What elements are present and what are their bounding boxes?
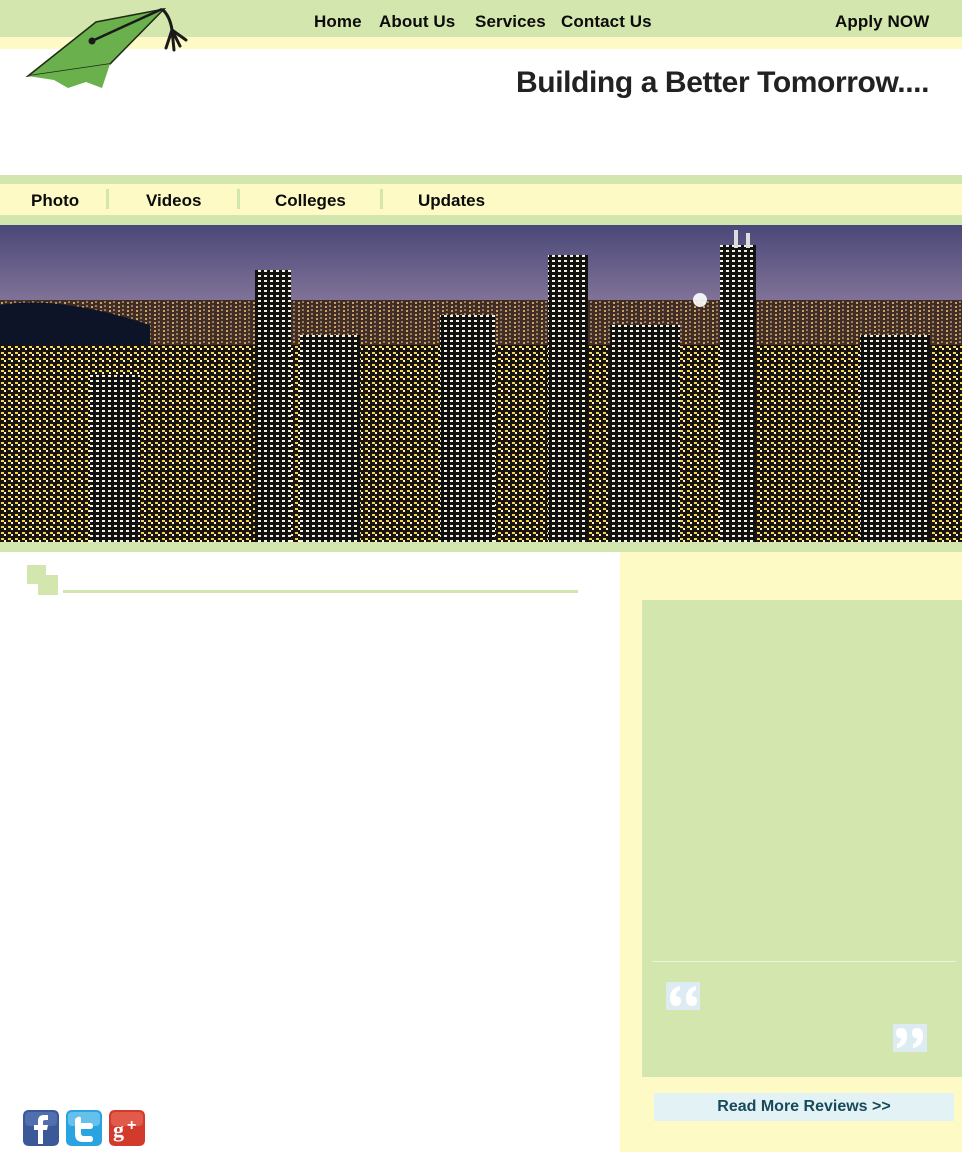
- close-quote-icon: [893, 1024, 927, 1052]
- hero-skyline-image: [0, 225, 962, 542]
- nav-about-us[interactable]: About Us: [379, 12, 455, 32]
- read-more-reviews-link[interactable]: Read More Reviews >>: [654, 1093, 954, 1121]
- open-quote-icon: [666, 982, 700, 1010]
- top-navigation: Home About Us Services Contact Us Apply …: [0, 12, 962, 34]
- nav-services[interactable]: Services: [475, 12, 546, 32]
- apply-now-link[interactable]: Apply NOW: [835, 12, 929, 32]
- subnav-updates[interactable]: Updates: [418, 191, 485, 211]
- section-heading-square-icon: [38, 575, 58, 595]
- section-heading-rule: [63, 590, 578, 593]
- subnav-separator: [106, 189, 109, 209]
- twitter-icon[interactable]: [66, 1110, 102, 1146]
- facebook-icon[interactable]: [23, 1110, 59, 1146]
- subnav-photo[interactable]: Photo: [31, 191, 79, 211]
- svg-text:+: +: [127, 1117, 136, 1134]
- tagline: Building a Better Tomorrow....: [516, 66, 930, 99]
- google-plus-icon[interactable]: g +: [109, 1110, 145, 1146]
- subnav-top-stripe: [0, 175, 962, 184]
- hero-bottom-stripe: [0, 542, 962, 552]
- nav-home[interactable]: Home: [314, 12, 362, 32]
- svg-text:g: g: [113, 1117, 124, 1142]
- subnav-bottom-stripe: [0, 215, 962, 225]
- subnav-videos[interactable]: Videos: [146, 191, 201, 211]
- review-divider: [652, 961, 956, 962]
- subnav-separator: [380, 189, 383, 209]
- nav-contact-us[interactable]: Contact Us: [561, 12, 652, 32]
- subnav-separator: [237, 189, 240, 209]
- subnav-colleges[interactable]: Colleges: [275, 191, 346, 211]
